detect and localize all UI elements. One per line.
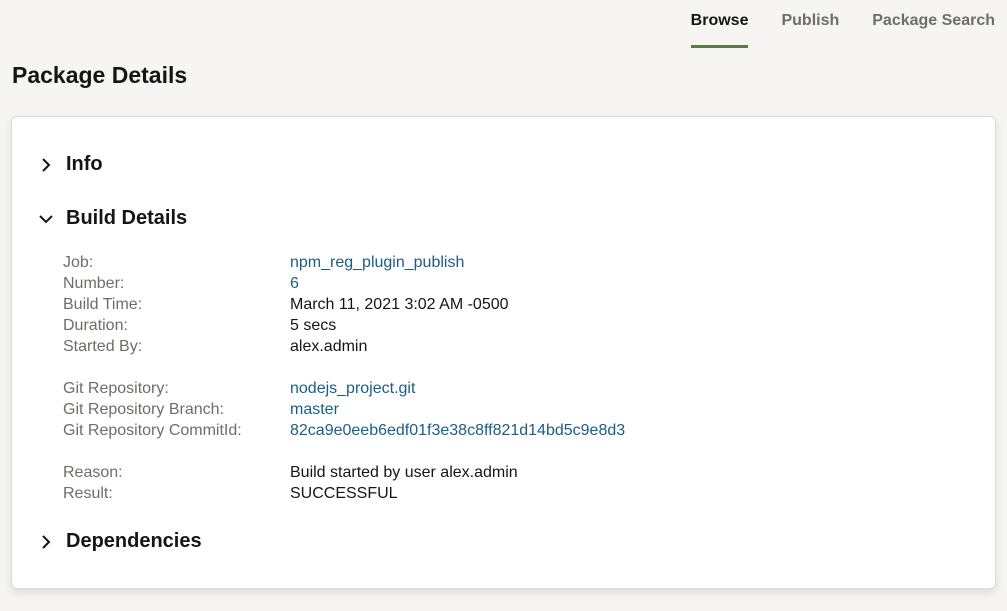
started-by-value: alex.admin [290,338,368,355]
git-branch-link[interactable]: master [290,399,339,420]
reason-value: Build started by user alex.admin [290,464,518,481]
chevron-down-icon [38,211,54,227]
chevron-right-icon [38,534,54,550]
detail-row-reason: Reason: Build started by user alex.admin [63,462,625,483]
result-label: Result: [63,485,113,502]
detail-row-started-by: Started By: alex.admin [63,336,625,357]
result-value: SUCCESSFUL [290,485,398,502]
started-by-label: Started By: [63,338,143,355]
page-title: Package Details [12,62,188,88]
detail-row-job: Job: npm_reg_plugin_publish [63,252,625,273]
git-commit-link[interactable]: 82ca9e0eeb6edf01f3e38c8ff821d14bd5c9e8d3 [290,420,625,441]
detail-row-duration: Duration: 5 secs [63,315,625,336]
section-info-title: Info [66,153,103,175]
section-build-details-title: Build Details [66,207,188,229]
section-build-details-toggle[interactable]: Build Details [38,207,187,230]
build-number-link[interactable]: 6 [290,273,299,294]
number-label: Number: [63,275,125,292]
job-label: Job: [63,254,94,271]
package-details-card: Info Build Details Job: npm_reg_plugin_p… [11,116,996,589]
build-details-list: Job: npm_reg_plugin_publish Number: 6 Bu… [63,252,625,504]
duration-value: 5 secs [290,317,337,334]
git-repository-label: Git Repository: [63,380,169,397]
tab-package-search[interactable]: Package Search [872,0,995,48]
section-dependencies-toggle[interactable]: Dependencies [38,530,202,553]
git-branch-label: Git Repository Branch: [63,401,224,418]
chevron-right-icon [38,157,54,173]
git-repository-link[interactable]: nodejs_project.git [290,378,415,399]
build-time-label: Build Time: [63,296,143,313]
job-link[interactable]: npm_reg_plugin_publish [290,252,464,273]
detail-row-git-commit: Git Repository CommitId: 82ca9e0eeb6edf0… [63,420,625,441]
tab-publish[interactable]: Publish [781,0,839,48]
section-info-toggle[interactable]: Info [38,153,103,176]
tab-browse[interactable]: Browse [690,0,748,48]
top-tabs: Browse Publish Package Search [658,0,995,48]
detail-row-number: Number: 6 [63,273,625,294]
detail-row-build-time: Build Time: March 11, 2021 3:02 AM -0500 [63,294,625,315]
detail-row-git-repository: Git Repository: nodejs_project.git [63,378,625,399]
build-time-value: March 11, 2021 3:02 AM -0500 [290,296,509,313]
section-dependencies-title: Dependencies [66,530,202,552]
git-commit-label: Git Repository CommitId: [63,422,242,439]
detail-row-git-branch: Git Repository Branch: master [63,399,625,420]
duration-label: Duration: [63,317,128,334]
detail-row-result: Result: SUCCESSFUL [63,483,625,504]
reason-label: Reason: [63,464,123,481]
